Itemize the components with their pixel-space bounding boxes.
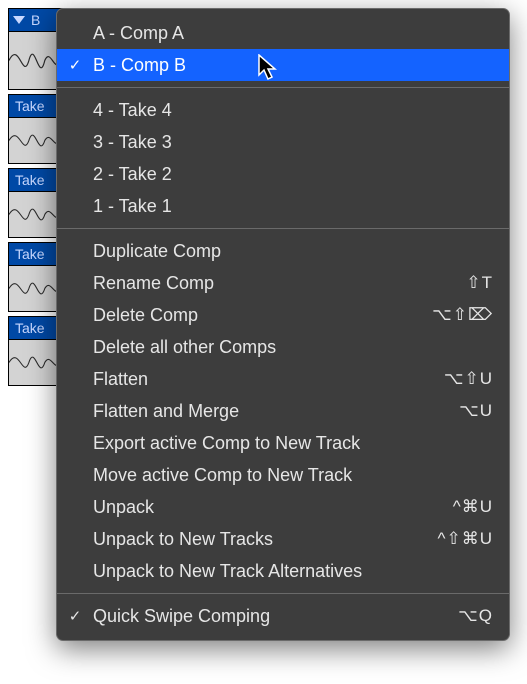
menu-item-shortcut: ⇧T [466,273,493,293]
menu-item-action[interactable]: Delete Comp⌥⇧⌦ [57,299,509,331]
menu-item-action[interactable]: Export active Comp to New Track [57,427,509,459]
take-lane-label: Take [15,98,45,114]
checkmark-icon: ✓ [57,56,93,74]
menu-item-label: Unpack to New Track Alternatives [93,561,493,582]
menu-item-label: Move active Comp to New Track [93,465,493,486]
menu-item-shortcut: ⌥⇧⌦ [432,305,493,325]
comp-track-label: B [31,12,40,28]
menu-item-take[interactable]: 4 - Take 4 [57,94,509,126]
menu-item-action[interactable]: Move active Comp to New Track [57,459,509,491]
menu-item-take[interactable]: 3 - Take 3 [57,126,509,158]
menu-item-action[interactable]: Delete all other Comps [57,331,509,363]
menu-item-label: A - Comp A [93,23,493,44]
menu-item-label: Delete Comp [93,305,432,326]
take-folder-context-menu: A - Comp A✓B - Comp B 4 - Take 43 - Take… [56,8,510,641]
menu-item-action[interactable]: Unpack to New Track Alternatives [57,555,509,587]
menu-item-action[interactable]: Unpack to New Tracks^⇧⌘U [57,523,509,555]
menu-item-quick-swipe-comping[interactable]: ✓ Quick Swipe Comping ⌥Q [57,600,509,632]
menu-item-label: Unpack to New Tracks [93,529,438,550]
menu-item-label: Rename Comp [93,273,466,294]
menu-item-label: Delete all other Comps [93,337,493,358]
menu-item-action[interactable]: Rename Comp⇧T [57,267,509,299]
menu-item-action[interactable]: Unpack^⌘U [57,491,509,523]
menu-item-take[interactable]: 1 - Take 1 [57,190,509,222]
menu-item-label: Flatten and Merge [93,401,459,422]
menu-item-label: Duplicate Comp [93,241,493,262]
menu-item-label: Flatten [93,369,444,390]
menu-item-comp[interactable]: A - Comp A [57,17,509,49]
menu-item-shortcut: ^⌘U [453,497,493,517]
menu-separator [57,87,509,88]
take-lane-label: Take [15,320,45,336]
menu-item-label: B - Comp B [93,55,493,76]
checkmark-icon: ✓ [57,607,93,625]
menu-item-label: 3 - Take 3 [93,132,493,153]
menu-item-label: Export active Comp to New Track [93,433,493,454]
take-lane-label: Take [15,246,45,262]
menu-item-action[interactable]: Flatten and Merge⌥U [57,395,509,427]
menu-item-shortcut: ⌥U [459,401,493,421]
menu-item-label: Quick Swipe Comping [93,606,458,627]
menu-item-label: 4 - Take 4 [93,100,493,121]
menu-item-action[interactable]: Duplicate Comp [57,235,509,267]
menu-item-shortcut: ^⇧⌘U [438,529,494,549]
menu-item-action[interactable]: Flatten⌥⇧U [57,363,509,395]
menu-item-comp[interactable]: ✓B - Comp B [57,49,509,81]
menu-item-label: 2 - Take 2 [93,164,493,185]
menu-item-take[interactable]: 2 - Take 2 [57,158,509,190]
menu-item-shortcut: ⌥⇧U [444,369,493,389]
menu-item-label: 1 - Take 1 [93,196,493,217]
menu-item-label: Unpack [93,497,453,518]
disclosure-triangle-icon[interactable] [13,16,25,24]
menu-separator [57,593,509,594]
menu-separator [57,228,509,229]
menu-item-shortcut: ⌥Q [458,606,493,626]
take-lane-label: Take [15,172,45,188]
